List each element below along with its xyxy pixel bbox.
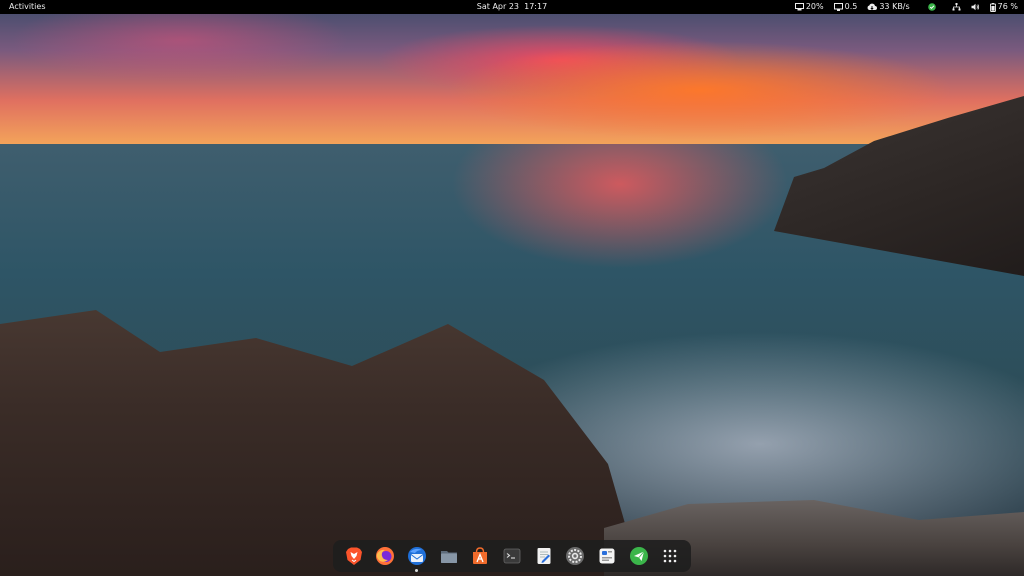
volume-control[interactable]: [971, 3, 980, 11]
activities-button[interactable]: Activities: [9, 0, 46, 14]
dock-item-terminal[interactable]: [501, 545, 523, 567]
dock-item-tweaks[interactable]: [596, 545, 618, 567]
cloud-download-icon: [867, 3, 878, 11]
dock-item-settings[interactable]: [564, 545, 586, 567]
tweaks-icon: [599, 548, 615, 564]
running-indicator: [415, 569, 419, 572]
desktop-wallpaper: [0, 0, 1024, 576]
system-tray: 20% 0.5 33 KB/s 76 %: [794, 0, 1018, 14]
dock-item-files[interactable]: [438, 545, 460, 567]
firefox-icon: [376, 547, 395, 565]
status-indicator[interactable]: [927, 3, 936, 11]
speaker-icon: [971, 3, 979, 11]
cpu-percent: 20%: [805, 2, 824, 11]
battery-icon: [989, 2, 996, 12]
dock-item-software[interactable]: [469, 545, 491, 567]
battery-status[interactable]: 76 %: [989, 0, 1018, 14]
network-speed: 33 KB/s: [879, 2, 910, 11]
battery-percent: 76 %: [997, 2, 1018, 11]
wired-network-icon: [952, 3, 961, 11]
dock-item-show-applications[interactable]: [659, 545, 681, 567]
folder-icon: [440, 551, 457, 563]
app-store-icon: [473, 547, 488, 564]
dock: [333, 540, 691, 572]
load-monitor[interactable]: 0.5: [833, 0, 858, 14]
monitor-icon: [833, 3, 843, 11]
dock-item-telegram[interactable]: [628, 545, 650, 567]
text-editor-icon: [537, 548, 551, 564]
gear-icon: [566, 547, 585, 565]
paper-plane-icon: [629, 547, 648, 565]
date-time-button[interactable]: Sat Apr 23 17:17: [477, 2, 547, 11]
app-grid-icon: [663, 549, 677, 563]
network-status[interactable]: [952, 3, 961, 11]
terminal-icon: [503, 548, 521, 564]
check-circle-icon: [927, 3, 936, 11]
dock-item-text-editor[interactable]: [533, 545, 555, 567]
dock-item-thunderbird[interactable]: [406, 545, 428, 572]
thunderbird-icon: [407, 547, 426, 565]
network-speed-monitor[interactable]: 33 KB/s: [867, 0, 910, 14]
top-bar: Activities Sat Apr 23 17:17 20% 0.5 33 K…: [0, 0, 1024, 14]
load-value: 0.5: [844, 2, 858, 11]
cpu-monitor[interactable]: 20%: [794, 0, 824, 14]
dock-item-brave[interactable]: [343, 545, 365, 567]
date-label: Sat Apr 23: [476, 2, 520, 11]
time-label: 17:17: [524, 2, 548, 11]
brave-lion-icon: [345, 547, 362, 565]
wallpaper-sky: [0, 0, 1024, 144]
cpu-icon: [794, 3, 804, 11]
dock-item-firefox[interactable]: [374, 545, 396, 567]
